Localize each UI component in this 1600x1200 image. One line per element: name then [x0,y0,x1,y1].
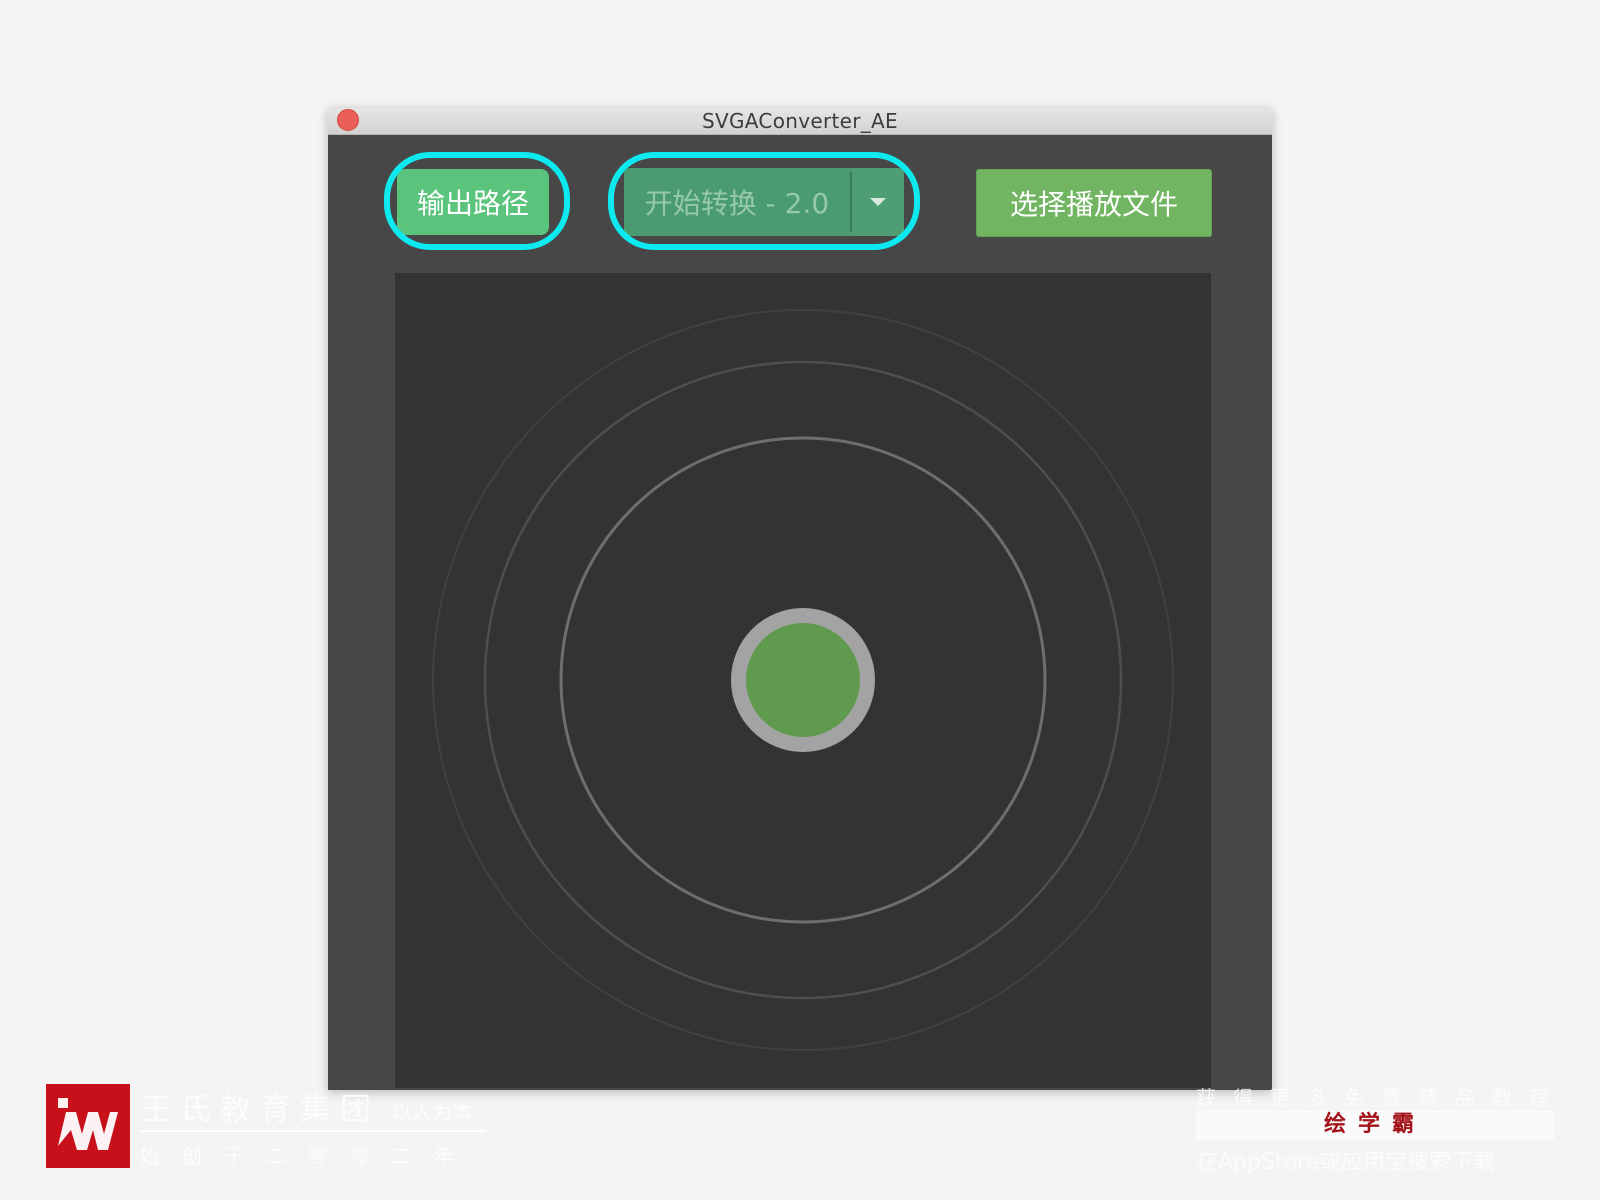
promo-band: 绘学霸 [1196,1110,1554,1140]
preview-canvas [395,273,1211,1088]
divider [140,1130,486,1132]
start-convert-button[interactable]: 开始转换 - 2.0 [624,168,850,236]
chevron-down-icon [870,198,886,206]
logo-icon [46,1084,130,1168]
window-title: SVGAConverter_AE [702,109,898,133]
promo-tagline: 获得更多免费精品教程 [1196,1086,1566,1110]
promo-brand: 绘学霸 [1323,1112,1426,1137]
app-window: SVGAConverter_AE 输出路径 开始转换 - 2.0 选择播放文件 [328,108,1272,1090]
loading-animation [432,309,1174,1051]
watermark-brand-left: 王氏教育集团 以人为本 始创于二零零二年 [46,1084,496,1170]
select-playback-file-button[interactable]: 选择播放文件 [976,169,1212,237]
brand-since: 始创于二零零二年 [140,1144,476,1168]
output-path-button[interactable]: 输出路径 [397,169,549,235]
promo-download-text: 在AppStore或应用宝搜索下载 [1196,1150,1496,1175]
center-dot [746,623,860,737]
title-bar: SVGAConverter_AE [328,108,1272,135]
watermark-promo-right: 获得更多免费精品教程 绘学霸 在AppStore或应用宝搜索下载 [1196,1082,1556,1175]
start-convert-split-button: 开始转换 - 2.0 [624,168,904,236]
brand-motto: 以人为本 [392,1100,472,1124]
brand-name: 王氏教育集团 [140,1092,380,1128]
convert-version-dropdown[interactable] [852,168,904,236]
